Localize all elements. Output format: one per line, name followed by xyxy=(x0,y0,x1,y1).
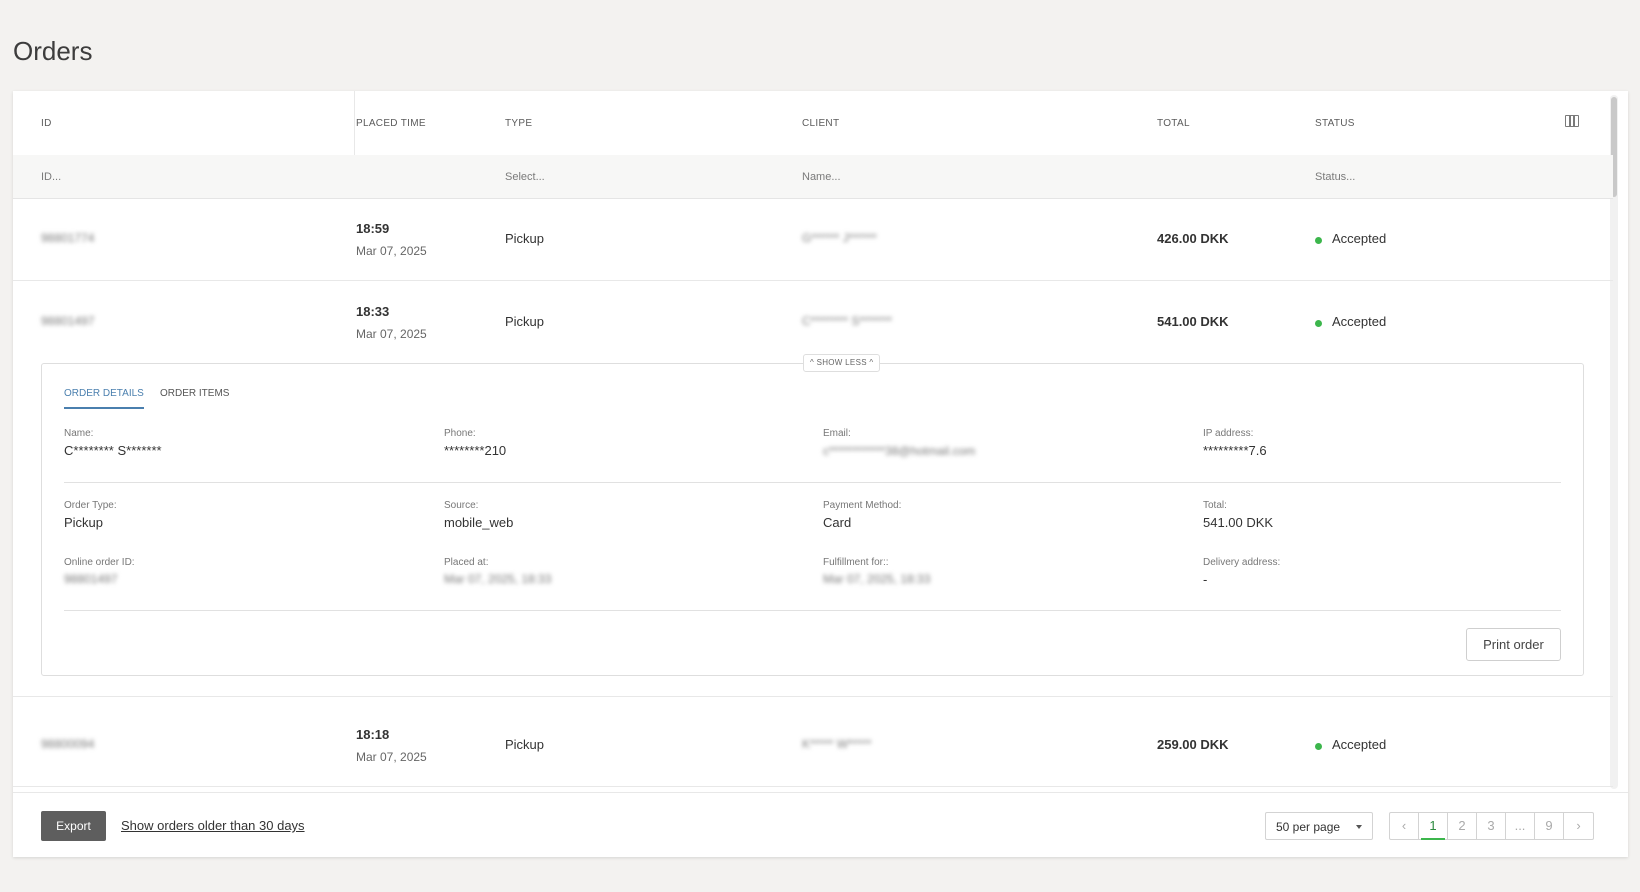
ip-label: IP address: xyxy=(1203,428,1254,439)
status-dot-icon xyxy=(1315,743,1322,750)
name-value: C******** S******* xyxy=(64,443,162,458)
total-value: 541.00 DKK xyxy=(1203,515,1274,530)
placed-at-value: Mar 07, 2025, 18:33 xyxy=(444,572,552,586)
order-total: 426.00 DKK xyxy=(1157,231,1229,246)
order-client: K***** W***** xyxy=(802,737,872,751)
order-date: Mar 07, 2025 xyxy=(356,244,427,258)
order-id: 98801497 xyxy=(41,314,95,328)
page-button-2[interactable]: 2 xyxy=(1448,813,1477,839)
email-value: c************38@hotmail.com xyxy=(823,444,976,458)
table-row[interactable]: 98801774 18:59 Mar 07, 2025 Pickup G****… xyxy=(13,199,1613,281)
order-type-value: Pickup xyxy=(64,515,104,530)
caret-down-icon xyxy=(1356,825,1362,829)
header-total[interactable]: TOTAL xyxy=(1157,118,1190,129)
show-older-orders-link[interactable]: Show orders older than 30 days xyxy=(121,818,305,833)
order-status: Accepted xyxy=(1332,737,1387,752)
page-button-9[interactable]: 9 xyxy=(1535,813,1564,839)
ip-value: *********7.6 xyxy=(1203,443,1267,458)
status-dot-icon xyxy=(1315,237,1322,244)
column-divider[interactable] xyxy=(354,91,355,155)
order-time: 18:18 xyxy=(356,727,390,742)
name-label: Name: xyxy=(64,428,94,439)
payment-method-label: Payment Method: xyxy=(823,500,902,511)
order-total: 541.00 DKK xyxy=(1157,314,1229,329)
order-status: Accepted xyxy=(1332,231,1387,246)
pagination: ‹ 1 2 3 ... 9 › xyxy=(1389,812,1594,840)
header-id[interactable]: ID xyxy=(41,118,52,129)
total-label: Total: xyxy=(1203,500,1227,511)
order-time: 18:33 xyxy=(356,304,390,319)
type-filter-select[interactable] xyxy=(505,167,765,187)
tab-order-details[interactable]: ORDER DETAILS xyxy=(64,388,144,409)
order-client: C******** S******* xyxy=(802,314,893,328)
order-detail-panel: ^ SHOW LESS ^ ORDER DETAILS ORDER ITEMS … xyxy=(13,354,1613,697)
placed-at-label: Placed at: xyxy=(444,557,489,568)
header-placed-time[interactable]: PLACED TIME xyxy=(356,118,426,129)
order-type-label: Order Type: xyxy=(64,500,117,511)
print-order-button[interactable]: Print order xyxy=(1466,628,1561,661)
table-row[interactable]: 98801497 18:33 Mar 07, 2025 Pickup C****… xyxy=(13,282,1613,364)
page-title: Orders xyxy=(13,36,93,66)
payment-method-value: Card xyxy=(823,515,852,530)
table-header: ID PLACED TIME TYPE CLIENT TOTAL STATUS xyxy=(13,91,1613,155)
fulfillment-label: Fulfillment for:: xyxy=(823,557,889,568)
order-type: Pickup xyxy=(505,314,545,329)
filter-row xyxy=(13,155,1613,199)
header-status[interactable]: STATUS xyxy=(1315,118,1355,129)
table-row[interactable]: 98800094 18:18 Mar 07, 2025 Pickup K****… xyxy=(13,705,1613,787)
page-ellipsis: ... xyxy=(1506,813,1535,839)
fulfillment-value: Mar 07, 2025, 18:33 xyxy=(823,572,931,586)
order-status: Accepted xyxy=(1332,314,1387,329)
orders-panel: ID PLACED TIME TYPE CLIENT TOTAL STATUS … xyxy=(13,91,1628,857)
email-label: Email: xyxy=(823,428,851,439)
id-filter-input[interactable] xyxy=(41,167,321,187)
header-client[interactable]: CLIENT xyxy=(802,118,839,129)
order-date: Mar 07, 2025 xyxy=(356,327,427,341)
export-button[interactable]: Export xyxy=(41,811,106,841)
per-page-value: 50 per page xyxy=(1276,820,1341,834)
order-type: Pickup xyxy=(505,737,545,752)
source-value: mobile_web xyxy=(444,515,514,530)
status-filter-select[interactable] xyxy=(1315,167,1555,187)
order-id: 98801774 xyxy=(41,231,95,245)
chevron-left-icon[interactable]: ‹ xyxy=(1390,813,1419,839)
order-client: G****** J****** xyxy=(802,231,877,245)
online-order-id-value: 98801497 xyxy=(64,572,118,586)
source-label: Source: xyxy=(444,500,479,511)
phone-value: ********210 xyxy=(444,443,507,458)
order-time: 18:59 xyxy=(356,221,390,236)
order-type: Pickup xyxy=(505,231,545,246)
page-button-3[interactable]: 3 xyxy=(1477,813,1506,839)
order-date: Mar 07, 2025 xyxy=(356,750,427,764)
phone-label: Phone: xyxy=(444,428,476,439)
order-id: 98800094 xyxy=(41,737,95,751)
chevron-right-icon[interactable]: › xyxy=(1564,813,1593,839)
per-page-select[interactable]: 50 per page xyxy=(1265,812,1373,840)
delivery-address-label: Delivery address: xyxy=(1203,557,1281,568)
tab-order-items[interactable]: ORDER ITEMS xyxy=(160,388,229,407)
divider xyxy=(64,482,1561,483)
table-footer: Export Show orders older than 30 days 50… xyxy=(13,792,1628,857)
page-button-1[interactable]: 1 xyxy=(1419,813,1448,840)
delivery-address-value: - xyxy=(1203,572,1208,587)
divider xyxy=(64,610,1561,611)
client-filter-input[interactable] xyxy=(802,167,1102,187)
online-order-id-label: Online order ID: xyxy=(64,557,135,568)
columns-icon[interactable] xyxy=(1565,115,1579,127)
order-detail-box: ^ SHOW LESS ^ ORDER DETAILS ORDER ITEMS … xyxy=(41,354,1584,676)
order-total: 259.00 DKK xyxy=(1157,737,1229,752)
header-type[interactable]: TYPE xyxy=(505,118,532,129)
show-less-button[interactable]: ^ SHOW LESS ^ xyxy=(803,354,881,372)
status-dot-icon xyxy=(1315,320,1322,327)
